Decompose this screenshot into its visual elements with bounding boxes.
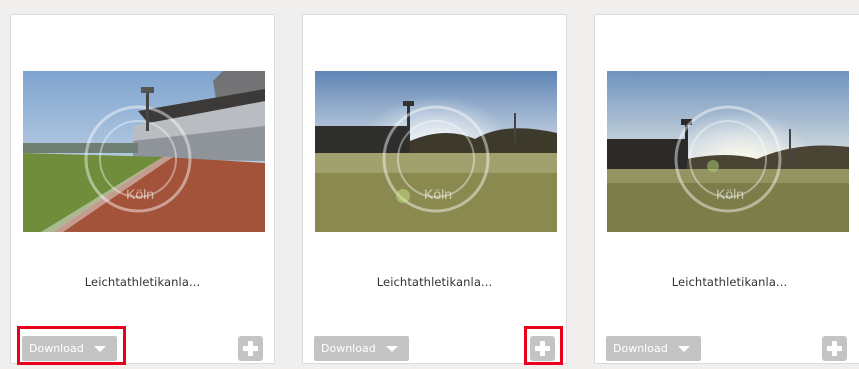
- add-to-collection-button[interactable]: [238, 336, 263, 361]
- image-card: Köln Leichtathletikanla... Download: [302, 14, 567, 364]
- image-thumbnail[interactable]: Köln: [607, 71, 849, 232]
- watermark-text: Köln: [424, 186, 452, 202]
- image-card: Köln Leichtathletikanla... Download: [10, 14, 275, 364]
- download-button[interactable]: Download: [314, 336, 409, 361]
- download-label: Download: [613, 342, 668, 355]
- image-caption: Leichtathletikanla...: [84, 275, 201, 289]
- download-button[interactable]: Download: [606, 336, 701, 361]
- download-label: Download: [29, 342, 84, 355]
- sunlit-field-photo: Köln: [607, 71, 849, 232]
- image-caption: Leichtathletikanla...: [671, 275, 788, 289]
- caret-down-icon: [386, 346, 398, 352]
- caret-down-icon: [94, 346, 106, 352]
- download-button[interactable]: Download: [22, 336, 117, 361]
- image-thumbnail[interactable]: Köln: [315, 71, 557, 232]
- watermark-text: Köln: [716, 186, 744, 202]
- image-thumbnail[interactable]: Köln: [23, 71, 265, 232]
- stadium-photo: Köln: [23, 71, 265, 232]
- plus-icon: [832, 341, 837, 356]
- image-card: Köln Leichtathletikanla... Download: [594, 14, 859, 364]
- plus-icon: [540, 341, 545, 356]
- download-label: Download: [321, 342, 376, 355]
- plus-icon: [248, 341, 253, 356]
- image-grid: Köln Leichtathletikanla... Download Köln…: [0, 0, 859, 369]
- caret-down-icon: [678, 346, 690, 352]
- add-to-collection-button[interactable]: [530, 336, 555, 361]
- field-photo: Köln: [315, 71, 557, 232]
- watermark-text: Köln: [126, 186, 154, 202]
- add-to-collection-button[interactable]: [822, 336, 847, 361]
- image-caption: Leichtathletikanla...: [376, 275, 493, 289]
